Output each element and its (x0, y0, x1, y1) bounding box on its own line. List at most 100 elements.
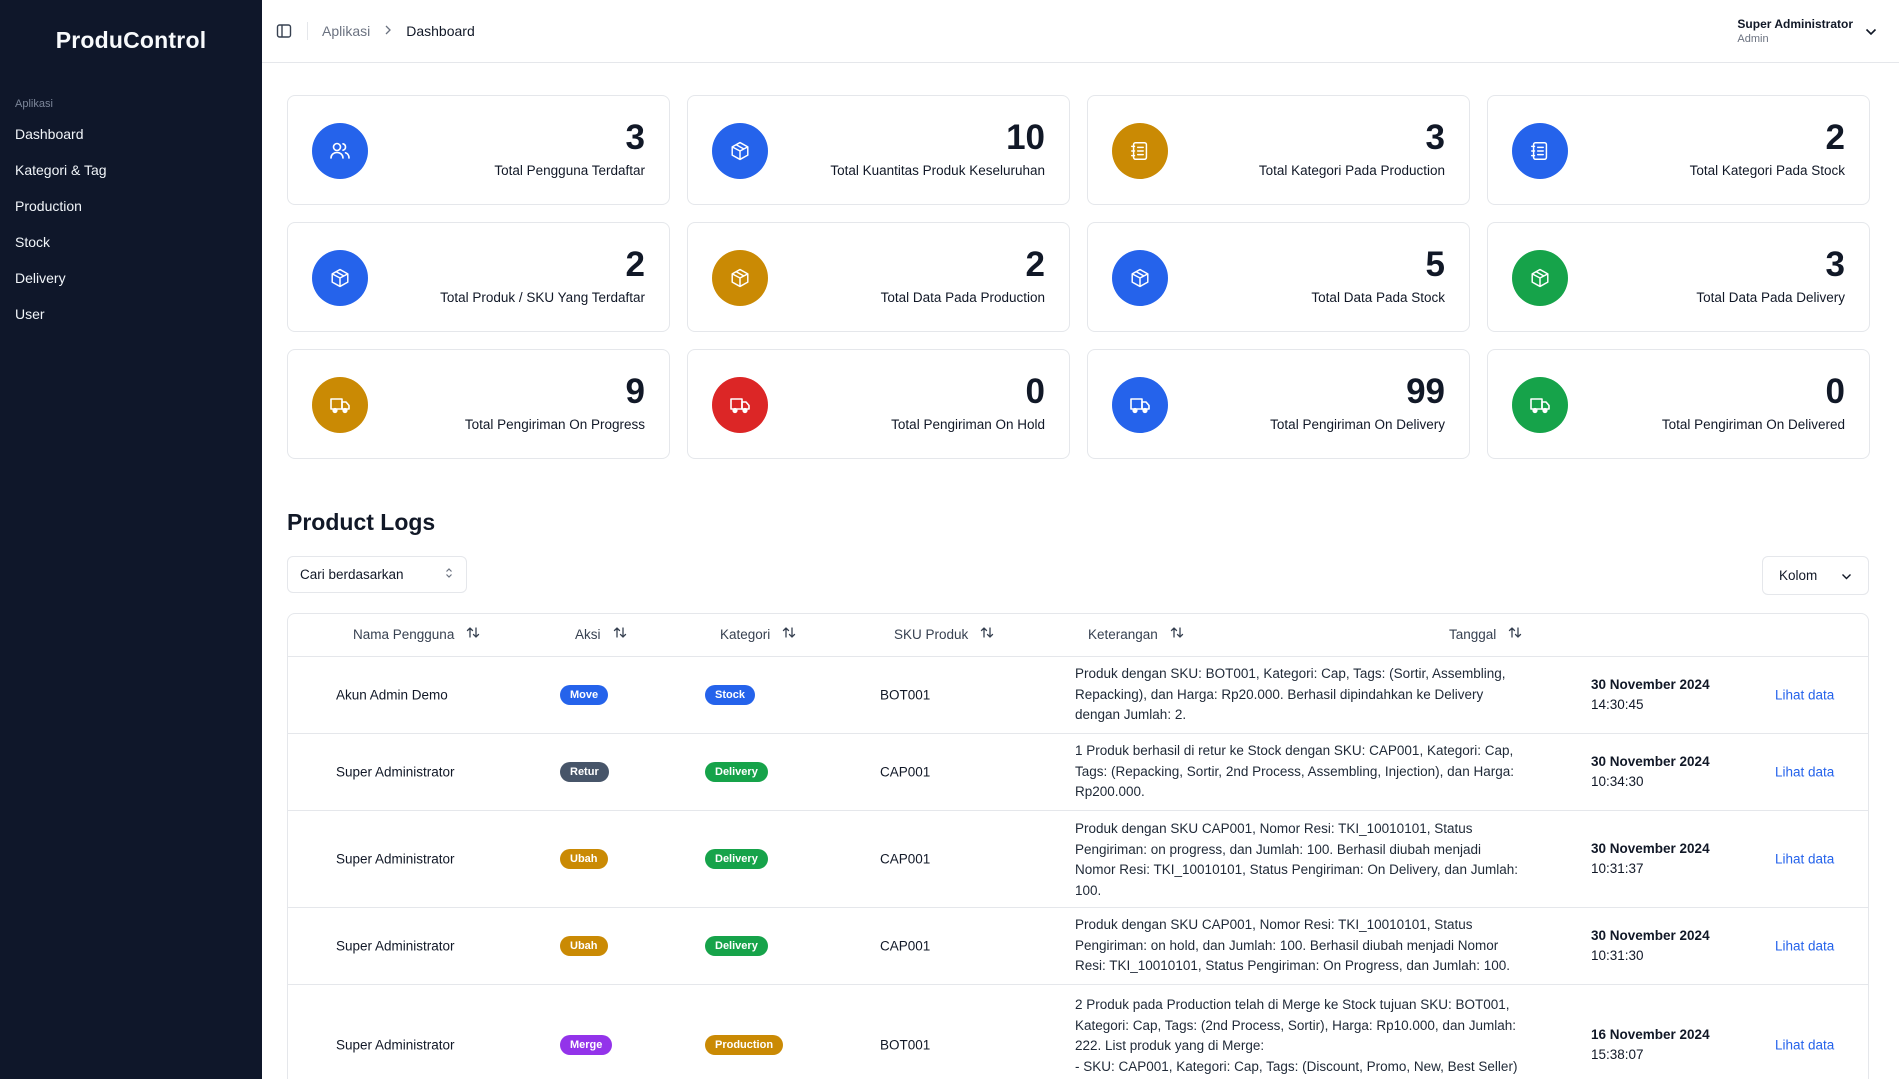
notebook-icon (1512, 123, 1568, 179)
box-icon (312, 250, 368, 306)
category-badge: Delivery (705, 936, 768, 956)
chevron-down-icon[interactable] (1865, 23, 1877, 41)
user-role: Admin (1737, 33, 1769, 45)
sidebar-item-stock[interactable]: Stock (0, 224, 262, 260)
cell-category: Stock (705, 685, 755, 705)
stat-value: 10 (1006, 118, 1045, 157)
truck-icon (1512, 377, 1568, 433)
sidebar-section-label: Aplikasi (15, 98, 53, 110)
breadcrumb-aplikasi[interactable]: Aplikasi (322, 23, 370, 39)
column-header[interactable]: Kategori (720, 626, 796, 642)
column-header-label: SKU Produk (894, 626, 969, 642)
chevron-down-icon (1841, 568, 1852, 583)
time-text: 10:31:37 (1591, 861, 1644, 876)
search-by-select[interactable]: Cari berdasarkan (287, 556, 467, 593)
stat-card: 2 Total Produk / SKU Yang Terdaftar (287, 222, 670, 332)
view-data-link[interactable]: Lihat data (1775, 852, 1834, 867)
column-header-label: Aksi (575, 626, 601, 642)
stat-label: Total Pengguna Terdaftar (494, 163, 645, 178)
table-row: Super Administrator Merge Production BOT001… (288, 985, 1868, 1079)
sort-icon[interactable] (1170, 626, 1184, 642)
stat-value: 2 (1025, 245, 1045, 284)
stat-card: 99 Total Pengiriman On Delivery (1087, 349, 1470, 459)
column-header-label: Kategori (720, 626, 771, 642)
sidebar-item-dashboard[interactable]: Dashboard (0, 116, 262, 152)
cell-category: Delivery (705, 849, 768, 869)
table-body: Akun Admin Demo Move Stock BOT001 Produk den… (288, 657, 1868, 1079)
time-text: 10:34:30 (1591, 774, 1644, 789)
sort-icon[interactable] (466, 626, 480, 642)
cell-description: Produk dengan SKU CAP001, Nomor Resi: TK… (1075, 915, 1545, 977)
stat-label: Total Pengiriman On Delivered (1661, 417, 1845, 432)
date-text: 30 November 2024 (1591, 928, 1710, 943)
box-icon (712, 250, 768, 306)
stat-label: Total Pengiriman On Hold (891, 417, 1045, 432)
cell-action: Move (560, 685, 609, 705)
column-header-label: Keterangan (1088, 626, 1158, 642)
action-badge: Retur (560, 762, 609, 782)
description-line: Repacking), dan Harga: Rp20.000. Berhasi… (1075, 686, 1484, 702)
view-data-link[interactable]: Lihat data (1775, 1037, 1834, 1052)
stat-label: Total Kategori Pada Stock (1689, 163, 1845, 178)
description-line: Produk dengan SKU CAP001, Nomor Resi: TK… (1075, 821, 1473, 836)
columns-button-label: Kolom (1779, 568, 1818, 583)
date-text: 30 November 2024 (1591, 677, 1710, 692)
cell-action: Ubah (560, 936, 608, 956)
sidebar-item-user[interactable]: User (0, 296, 262, 332)
stat-card: 9 Total Pengiriman On Progress (287, 349, 670, 459)
view-data-link[interactable]: Lihat data (1775, 688, 1834, 703)
cell-action: Merge (560, 1034, 613, 1055)
cell-description: 2 Produk pada Production telah di Merge … (1075, 995, 1545, 1079)
cell-category: Delivery (705, 936, 768, 956)
category-badge: Production (705, 1034, 784, 1055)
product-logs-title: Product Logs (287, 509, 436, 535)
sort-icon[interactable] (782, 626, 796, 642)
logs-toolbar: Cari berdasarkan Kolom (287, 556, 1869, 595)
view-data-link[interactable]: Lihat data (1775, 939, 1834, 954)
sidebar-item-production[interactable]: Production (0, 188, 262, 224)
stat-value: 99 (1406, 372, 1445, 411)
columns-button[interactable]: Kolom (1762, 556, 1869, 595)
view-data-link[interactable]: Lihat data (1775, 765, 1834, 780)
column-header[interactable]: Aksi (575, 626, 627, 642)
sidebar-item-kategori-tag[interactable]: Kategori & Tag (0, 152, 262, 188)
sidebar-toggle-icon[interactable] (273, 20, 295, 42)
cell-description: Produk dengan SKU CAP001, Nomor Resi: TK… (1075, 819, 1545, 901)
description-line: 222. List produk yang di Merge: (1075, 1038, 1265, 1053)
time-text: 10:31:30 (1591, 948, 1644, 963)
user-menu[interactable]: Super Administrator Admin (1737, 16, 1877, 47)
sidebar: ProduControl Aplikasi Dashboard Kategori… (0, 0, 262, 1079)
description-line: 1 Produk berhasil di retur ke Stock deng… (1075, 743, 1514, 758)
sort-icon[interactable] (1508, 626, 1522, 642)
table-row: Akun Admin Demo Move Stock BOT001 Produk den… (288, 657, 1868, 734)
cell-sku: CAP001 (880, 764, 931, 780)
column-header[interactable]: Keterangan (1088, 626, 1184, 642)
brand-logo[interactable]: ProduControl (0, 0, 262, 80)
column-header[interactable]: Tanggal (1449, 626, 1522, 642)
sort-icon[interactable] (980, 626, 994, 642)
description-line: Pengiriman: on hold, dan Jumlah: 100. Be… (1075, 937, 1499, 953)
cell-sku: CAP001 (880, 851, 931, 867)
category-badge: Stock (705, 685, 755, 705)
description-line: 100. (1075, 882, 1102, 898)
column-header[interactable]: Nama Pengguna (353, 626, 480, 642)
cell-date: 30 November 2024 10:31:30 (1591, 926, 1710, 966)
cell-action: Retur (560, 762, 609, 782)
cell-user: Super Administrator (336, 851, 455, 867)
breadcrumb-dashboard: Dashboard (406, 23, 475, 39)
truck-icon (1112, 377, 1168, 433)
stat-label: Total Pengiriman On Delivery (1270, 417, 1445, 432)
cell-date: 30 November 2024 10:34:30 (1591, 752, 1710, 792)
description-line: Pengiriman: on progress, dan Jumlah: 100… (1075, 841, 1481, 857)
cell-action: Ubah (560, 849, 608, 869)
column-header-label: Nama Pengguna (353, 626, 455, 642)
stat-card: 5 Total Data Pada Stock (1087, 222, 1470, 332)
category-badge: Delivery (705, 849, 768, 869)
column-header[interactable]: SKU Produk (894, 626, 994, 642)
notebook-icon (1112, 123, 1168, 179)
sort-icon[interactable] (613, 626, 627, 642)
cell-user: Super Administrator (336, 764, 455, 780)
truck-icon (312, 377, 368, 433)
sidebar-item-delivery[interactable]: Delivery (0, 260, 262, 296)
box-icon (1512, 250, 1568, 306)
